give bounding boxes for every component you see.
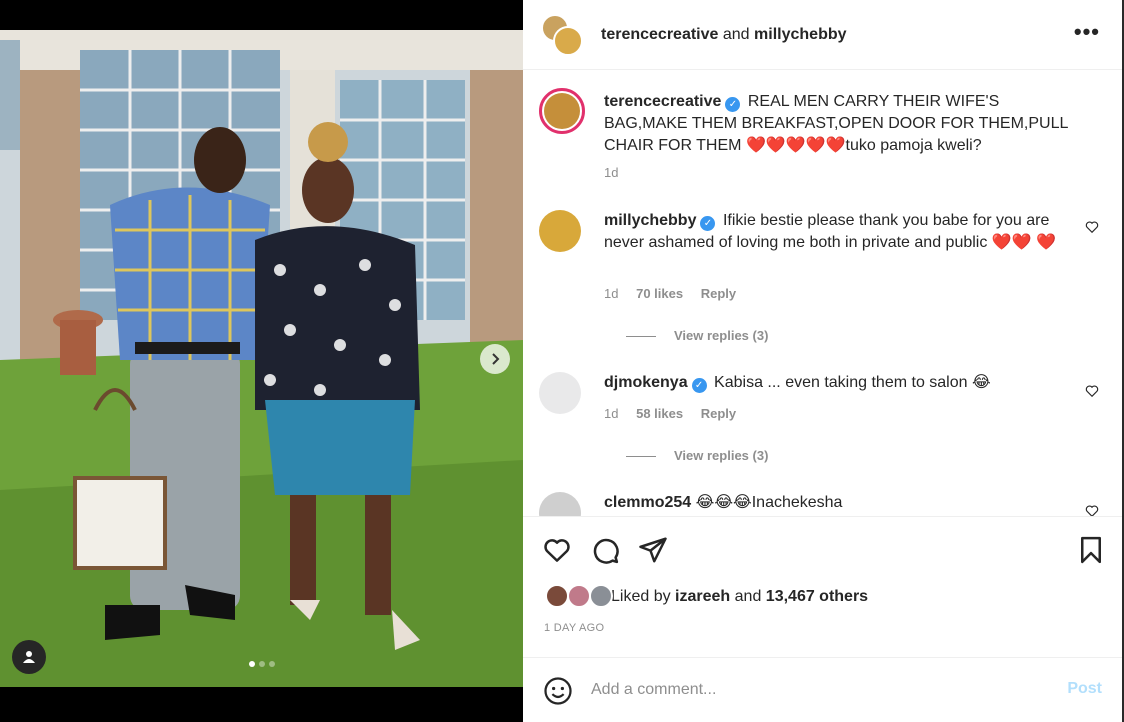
post-timestamp[interactable]: 1 DAY AGO (544, 622, 604, 634)
avatar[interactable] (539, 492, 581, 516)
comment-icon[interactable] (590, 535, 620, 565)
carousel-dot-active (248, 661, 255, 667)
verified-icon: ✓ (700, 216, 716, 231)
comment-username[interactable]: millychebby (604, 212, 696, 229)
likes-count-link[interactable]: 13,467 others (766, 588, 868, 605)
laughing-emojis: 😂😂😂 (695, 494, 752, 511)
post-authors: terencecreative and millychebby (601, 26, 847, 44)
post-comment-button[interactable]: Post (1067, 680, 1102, 698)
comment-username[interactable]: terencecreative (604, 93, 721, 110)
author-link[interactable]: millychebby (754, 26, 846, 43)
comment-time: 1d (604, 406, 619, 421)
liked-by-row: Liked by izareeh and 13,467 others (545, 584, 868, 610)
post-side-panel: terencecreative and millychebby ••• tere… (523, 0, 1124, 722)
more-options-button[interactable]: ••• (1074, 21, 1100, 43)
collab-avatars[interactable] (541, 13, 587, 56)
avatar[interactable] (539, 372, 581, 414)
like-comment-heart-icon[interactable] (1085, 384, 1099, 398)
comment-body: Kabisa ... even taking them to salon (714, 374, 968, 391)
photo-illustration (0, 30, 523, 687)
like-comment-heart-icon[interactable] (1085, 504, 1099, 516)
paper-plane-icon[interactable] (638, 535, 668, 565)
liked-prefix: Liked by (611, 588, 671, 605)
chevron-right-icon (492, 353, 500, 365)
caption-end: tuko pamoja kweli? (845, 137, 982, 154)
comment-username[interactable]: djmokenya (604, 374, 688, 391)
comments-list[interactable]: terencecreative ✓ REAL MEN CARRY THEIR WI… (523, 70, 1122, 516)
post-photo[interactable] (0, 30, 523, 687)
bookmark-icon[interactable] (1076, 535, 1106, 565)
tagged-users-button[interactable] (12, 640, 46, 674)
avatar (589, 584, 613, 608)
avatar (553, 25, 583, 56)
post-header: terencecreative and millychebby ••• (523, 0, 1122, 70)
carousel-dot (258, 661, 265, 667)
avatar (545, 584, 569, 608)
comment-input[interactable] (591, 676, 1031, 704)
liker-username[interactable]: izareeh (675, 588, 730, 605)
carousel-indicators (0, 661, 523, 667)
post-photo-panel (0, 0, 523, 722)
heart-emojis: ❤️❤️ ❤️ (991, 234, 1057, 251)
comment-time: 1d (604, 286, 619, 301)
heart-emojis: ❤️❤️❤️❤️❤️ (745, 137, 846, 154)
next-photo-button[interactable] (480, 344, 510, 374)
view-replies-button[interactable]: View replies (3) (664, 328, 768, 343)
comment-username[interactable]: clemmo254 (604, 494, 691, 511)
verified-icon: ✓ (725, 97, 741, 112)
comment-likes[interactable]: 58 likes (636, 406, 683, 421)
liked-by-text: Liked by izareeh and 13,467 others (611, 588, 868, 606)
smiley-icon[interactable] (543, 676, 573, 706)
post-actions-bar (523, 516, 1122, 580)
comment-meta: 1d 70 likes Reply (604, 286, 750, 301)
comment-meta: 1d (604, 165, 632, 180)
avatar[interactable] (539, 88, 585, 134)
avatar[interactable] (539, 210, 581, 252)
comment-likes[interactable]: 70 likes (636, 286, 683, 301)
carousel-dot (268, 661, 275, 667)
author-link[interactable]: terencecreative (601, 26, 718, 43)
reply-button[interactable]: Reply (701, 406, 736, 421)
avatar (567, 584, 591, 608)
liked-conjunction: and (734, 588, 762, 605)
user-tag-icon (23, 651, 35, 663)
liker-avatars (545, 584, 613, 610)
comment-meta: 1d 58 likes Reply (604, 406, 750, 421)
like-comment-heart-icon[interactable] (1085, 220, 1099, 234)
view-replies-button[interactable]: View replies (3) (664, 448, 768, 463)
comment-text: clemmo254 😂😂😂Inachekesha (604, 492, 1074, 514)
caption-text: terencecreative ✓ REAL MEN CARRY THEIR WI… (604, 91, 1074, 157)
authors-conjunction: and (722, 25, 750, 43)
add-comment-bar: Post (523, 657, 1122, 722)
comment-text: millychebby ✓ Ifikie bestie please thank … (604, 210, 1074, 254)
comment-body: Inachekesha (751, 494, 843, 511)
reply-button[interactable]: Reply (701, 286, 736, 301)
verified-icon: ✓ (691, 378, 707, 393)
comment-time: 1d (604, 165, 619, 180)
comment-text: djmokenya ✓ Kabisa ... even taking them t… (604, 372, 1074, 394)
heart-icon[interactable] (542, 535, 572, 565)
laughing-emoji: 😂 (971, 374, 991, 391)
